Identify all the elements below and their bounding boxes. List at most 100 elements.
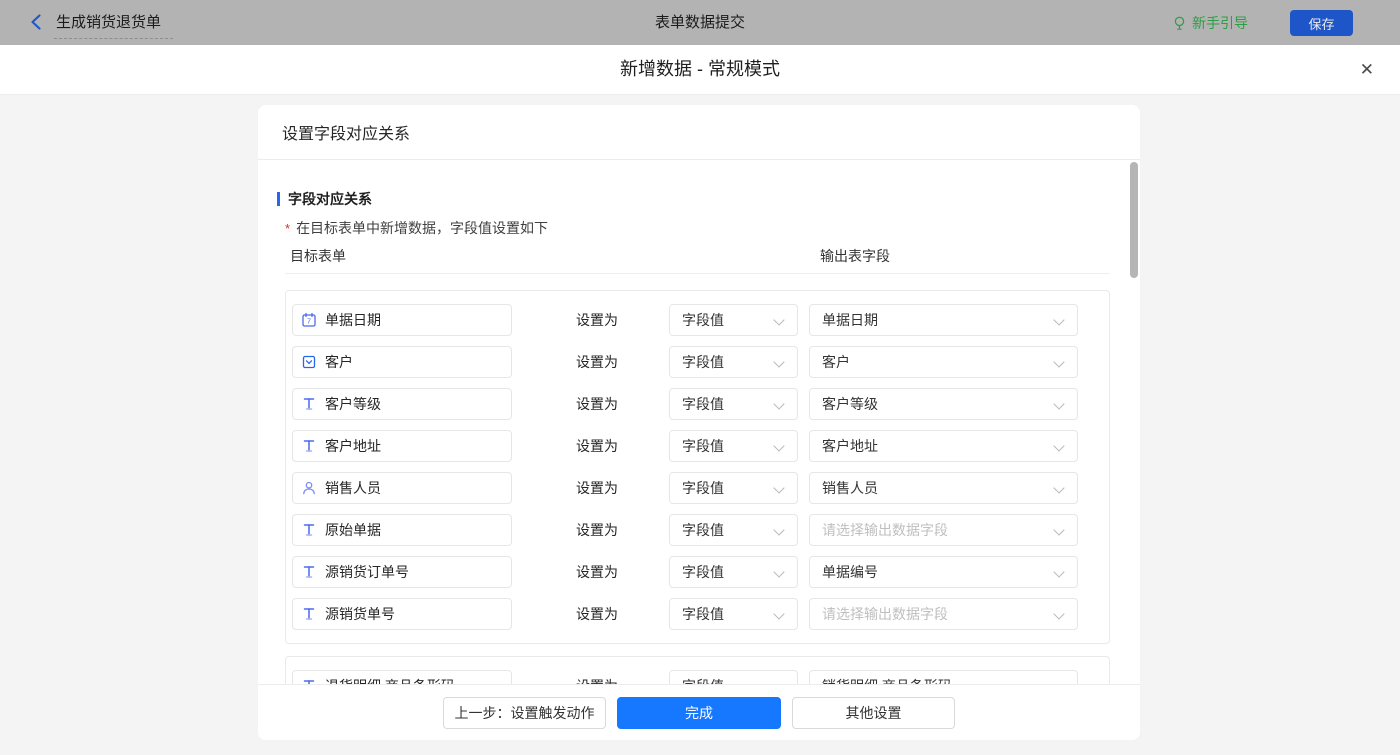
other-settings-button[interactable]: 其他设置 [792, 696, 955, 729]
output-field-selected: 客户地址 [822, 438, 878, 454]
topbar: 生成销货退货单 表单数据提交 新手引导 保存 [0, 0, 1400, 45]
output-field-select[interactable]: 单据日期 [809, 304, 1078, 336]
source-field-label: 销售人员 [325, 480, 381, 496]
value-type-select[interactable]: 字段值 [669, 556, 798, 588]
workflow-title[interactable]: 生成销货退货单 [54, 11, 174, 39]
guide-label: 新手引导 [1192, 14, 1248, 31]
source-field-label: 客户地址 [325, 438, 381, 454]
output-field-select[interactable]: 客户地址 [809, 430, 1078, 462]
value-type-selected: 字段值 [682, 480, 724, 496]
value-type-selected: 字段值 [682, 522, 724, 538]
main-field-rows-group: 7 单据日期 设置为 字段值 单据日期 客户 设置为 字段值 客户 客户等级 设… [285, 290, 1110, 644]
lightbulb-icon [1174, 16, 1185, 30]
source-field-label: 原始单据 [325, 522, 381, 538]
value-type-selected: 字段值 [682, 438, 724, 454]
calendar-icon: 7 [301, 312, 317, 328]
section-title: 字段对应关系 [288, 191, 372, 207]
chevron-down-icon [773, 566, 785, 578]
chevron-down-icon [1053, 524, 1065, 536]
note-text: 在目标表单中新增数据，字段值设置如下 [296, 220, 549, 236]
set-as-label: 设置为 [576, 438, 618, 454]
field-mapping-row: 源销货订单号 设置为 字段值 单据编号 [292, 551, 1103, 593]
value-type-selected: 字段值 [682, 676, 724, 684]
chevron-down-icon [1053, 608, 1065, 620]
source-field-label: 退货明细.商品条形码 [325, 676, 455, 684]
chevron-down-icon [773, 524, 785, 536]
source-field-box: 源销货单号 [292, 598, 512, 630]
output-field-select[interactable]: 单据编号 [809, 556, 1078, 588]
value-type-selected: 字段值 [682, 312, 724, 328]
field-mapping-row: 原始单据 设置为 字段值 请选择输出数据字段 [292, 509, 1103, 551]
output-field-selected: 请选择输出数据字段 [822, 522, 948, 538]
select-icon [301, 354, 317, 370]
output-field-select[interactable]: 客户等级 [809, 388, 1078, 420]
user-icon [301, 480, 317, 496]
source-field-box: 销售人员 [292, 472, 512, 504]
field-mapping-row: 客户 设置为 字段值 客户 [292, 341, 1103, 383]
text-icon [301, 438, 317, 454]
source-field-box: 客户等级 [292, 388, 512, 420]
card-title: 设置字段对应关系 [258, 105, 1140, 160]
back-arrow-icon[interactable] [28, 13, 46, 31]
output-field-select[interactable]: 请选择输出数据字段 [809, 514, 1078, 546]
close-icon[interactable]: ✕ [1360, 45, 1374, 94]
chevron-down-icon [1053, 566, 1065, 578]
output-field-selected: 单据日期 [822, 312, 878, 328]
value-type-select[interactable]: 字段值 [669, 430, 798, 462]
set-as-label: 设置为 [576, 606, 618, 622]
set-as-label: 设置为 [576, 676, 621, 684]
value-type-select[interactable]: 字段值 [669, 514, 798, 546]
field-mapping-row: 退货明细.商品条形码 设置为 字段值 销货明细.商品条形码 [292, 665, 1103, 684]
text-icon [301, 606, 317, 622]
output-field-selected: 销售人员 [822, 480, 878, 496]
card-footer: 上一步：设置触发动作 完成 其他设置 [258, 684, 1140, 740]
source-field-label: 客户等级 [325, 396, 381, 412]
value-type-select[interactable]: 字段值 [669, 472, 798, 504]
text-icon [301, 564, 317, 580]
chevron-down-icon [1053, 398, 1065, 410]
field-mapping-row: 客户地址 设置为 字段值 客户地址 [292, 425, 1103, 467]
field-mapping-row: 客户等级 设置为 字段值 客户等级 [292, 383, 1103, 425]
chevron-down-icon [773, 398, 785, 410]
svg-text:7: 7 [307, 317, 311, 326]
required-note: * 在目标表单中新增数据，字段值设置如下 [285, 218, 1140, 236]
beginner-guide-link[interactable]: 新手引导 [1172, 0, 1248, 45]
field-mapping-row: 7 单据日期 设置为 字段值 单据日期 [292, 299, 1103, 341]
value-type-select[interactable]: 字段值 [669, 346, 798, 378]
value-type-select[interactable]: 字段值 [669, 388, 798, 420]
value-type-select[interactable]: 字段值 [669, 304, 798, 336]
field-mapping-row: 销售人员 设置为 字段值 销售人员 [292, 467, 1103, 509]
settings-card: 设置字段对应关系 字段对应关系 * 在目标表单中新增数据，字段值设置如下 目标表单… [258, 105, 1140, 740]
section-header: 字段对应关系 [277, 189, 1140, 209]
value-type-selected: 字段值 [682, 606, 724, 622]
chevron-down-icon [1053, 440, 1065, 452]
set-as-label: 设置为 [576, 564, 618, 580]
previous-step-button[interactable]: 上一步：设置触发动作 [443, 696, 606, 729]
scrollbar-thumb[interactable] [1130, 162, 1138, 278]
output-field-select[interactable]: 客户 [809, 346, 1078, 378]
chevron-down-icon [773, 608, 785, 620]
column-headers: 目标表单 输出表字段 [285, 246, 1110, 274]
source-field-box: 7 单据日期 [292, 304, 512, 336]
value-type-select[interactable]: 字段值 [669, 598, 798, 630]
modal-title: 新增数据 - 常规模式 [620, 59, 780, 79]
required-asterisk: * [285, 221, 291, 236]
set-as-label: 设置为 [576, 354, 618, 370]
column-header-output-fields: 输出表字段 [820, 248, 890, 264]
text-icon [301, 522, 317, 538]
done-button[interactable]: 完成 [617, 696, 781, 729]
set-as-label: 设置为 [576, 396, 618, 412]
card-content: 字段对应关系 * 在目标表单中新增数据，字段值设置如下 目标表单 输出表字段 7 … [258, 161, 1140, 684]
text-icon [301, 396, 317, 412]
source-field-label: 源销货订单号 [325, 564, 409, 580]
source-field-box: 原始单据 [292, 514, 512, 546]
chevron-down-icon [773, 356, 785, 368]
set-as-label: 设置为 [576, 480, 618, 496]
chevron-down-icon [1053, 314, 1065, 326]
source-field-label: 源销货单号 [325, 606, 395, 622]
save-button[interactable]: 保存 [1290, 10, 1353, 36]
output-field-select[interactable]: 销货明细.商品条形码 [809, 670, 1078, 684]
output-field-select[interactable]: 请选择输出数据字段 [809, 598, 1078, 630]
output-field-select[interactable]: 销售人员 [809, 472, 1078, 504]
value-type-select[interactable]: 字段值 [669, 670, 798, 684]
